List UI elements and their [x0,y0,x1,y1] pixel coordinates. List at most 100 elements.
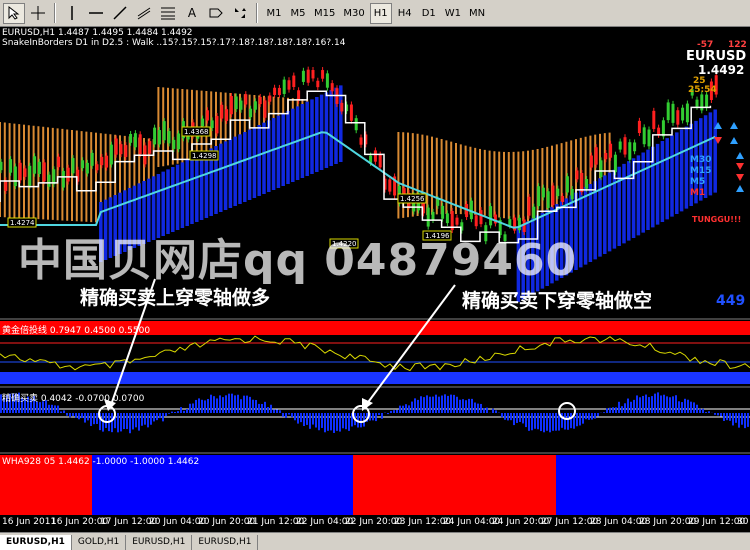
candle-body [129,134,133,143]
horizontal-line-tool-icon[interactable] [85,3,107,24]
timeframe-h1-button[interactable]: H1 [369,2,392,24]
label-tool-icon[interactable] [205,3,227,24]
timeframe-d1-button[interactable]: D1 [418,3,440,24]
sub2-histogram-bar [294,413,296,421]
cursor-tool-icon[interactable] [3,2,25,24]
timeframe-m30-button[interactable]: M30 [340,3,367,24]
candle-body [541,187,545,198]
timeframe-mn-button[interactable]: MN [466,3,488,24]
timeframe-w1-button[interactable]: W1 [442,3,464,24]
candle-body [268,95,272,102]
sub2-histogram-bar [612,407,614,413]
candle-body [546,191,550,208]
candle-body [167,131,171,144]
sub2-histogram-bar [639,397,641,413]
sub3-signal-block [556,455,750,515]
candle-body [436,199,440,206]
chart-tab[interactable]: EURUSD,H1 [0,535,72,550]
sub2-histogram-bar [570,413,572,429]
candle-body [340,102,344,112]
candle-body [613,154,617,173]
chart-area[interactable]: 1.4368 1.4274 1.4298 1.4256 1.4196 1.4220 EUR… [0,27,750,532]
timeframe-selector: M1 M5 M15 M30 H1 H4 D1 W1 MN [262,2,489,24]
channel-tool-icon[interactable] [133,3,155,24]
sub2-histogram-bar [480,403,482,413]
candle-body [33,156,37,174]
candle-body [633,142,637,152]
fibonacci-tool-icon[interactable] [157,3,179,24]
sub2-histogram-bar [375,413,377,422]
sub2-histogram-bar [720,413,722,417]
sub2-histogram-bar [225,395,227,413]
candle-body [316,80,320,88]
trendline-tool-icon[interactable] [109,3,131,24]
sub2-histogram-bar [129,413,131,434]
sub2-histogram-bar [687,399,689,413]
sub2-histogram-bar [276,409,278,413]
sub2-histogram-bar [714,413,716,415]
sub2-histogram-bar [186,408,188,413]
sub2-histogram-bar [60,411,62,413]
sub2-histogram-bar [81,413,83,419]
arrows-tool-icon[interactable] [229,3,251,24]
sub2-histogram-bar [660,395,662,413]
chart-tab[interactable]: EURUSD,H1 [126,535,193,550]
sub2-histogram-bar [330,413,332,431]
candle-body [479,210,483,225]
sub2-histogram-bar [117,413,119,433]
timeframe-m5-button[interactable]: M5 [287,3,309,24]
sub2-histogram-bar [63,410,65,413]
sub2-histogram-bar [615,407,617,413]
sub2-histogram-bar [327,413,329,431]
text-tool-icon[interactable]: A [181,3,203,24]
vertical-line-tool-icon[interactable] [61,3,83,24]
sub2-histogram-bar [249,396,251,413]
sub2-histogram-bar [171,411,173,413]
sub2-histogram-bar [483,408,485,413]
sub2-histogram-bar [84,413,86,423]
candle-body [527,196,531,216]
chart-tab[interactable]: EURUSD,H1 [192,535,259,550]
arrow-up-icon [736,152,744,159]
chart-tab[interactable]: GOLD,H1 [72,535,127,550]
sub2-histogram-bar [48,404,50,413]
sub2-histogram-bar [198,398,200,413]
candle-body [234,96,238,110]
sub2-histogram-bar [462,399,464,413]
timeframe-m15-button[interactable]: M15 [311,3,338,24]
candle-body [282,79,286,94]
sub2-histogram-bar [201,399,203,413]
candle-body [57,156,61,168]
candle-body [359,137,363,145]
candle-body [273,87,277,95]
toolbar-divider [256,3,258,23]
sub2-histogram-bar [240,399,242,413]
candle-body [258,96,262,105]
sub2-histogram-bar [387,413,389,415]
crosshair-tool-icon[interactable] [27,3,49,24]
sub2-histogram-bar [96,413,98,424]
sub2-histogram-bar [744,413,746,429]
candle-body [18,162,22,181]
candle-body [249,108,253,118]
timeframe-m1-button[interactable]: M1 [263,3,285,24]
sub2-histogram-bar [429,396,431,413]
sub2-histogram-bar [438,396,440,413]
candle-body [133,133,137,148]
candle-body [42,162,46,182]
sub2-histogram-bar [378,413,380,415]
sub2-histogram-bar [441,395,443,413]
indicator-info: SnakeInBorders D1 in D2.5 : Walk ..15?.1… [2,38,346,48]
sub2-histogram-bar [471,398,473,413]
candle-body [618,141,622,150]
sub2-histogram-bar [234,395,236,413]
sub2-histogram-bar [87,413,89,421]
date-label: 30 [737,517,749,527]
sub2-histogram-bar [603,412,605,413]
candle-body [52,169,56,185]
candle-body [445,213,449,224]
timeframe-h4-button[interactable]: H4 [394,3,416,24]
sub2-histogram-bar [681,402,683,413]
candle-body [325,73,329,88]
sub2-histogram-bar [288,413,290,415]
